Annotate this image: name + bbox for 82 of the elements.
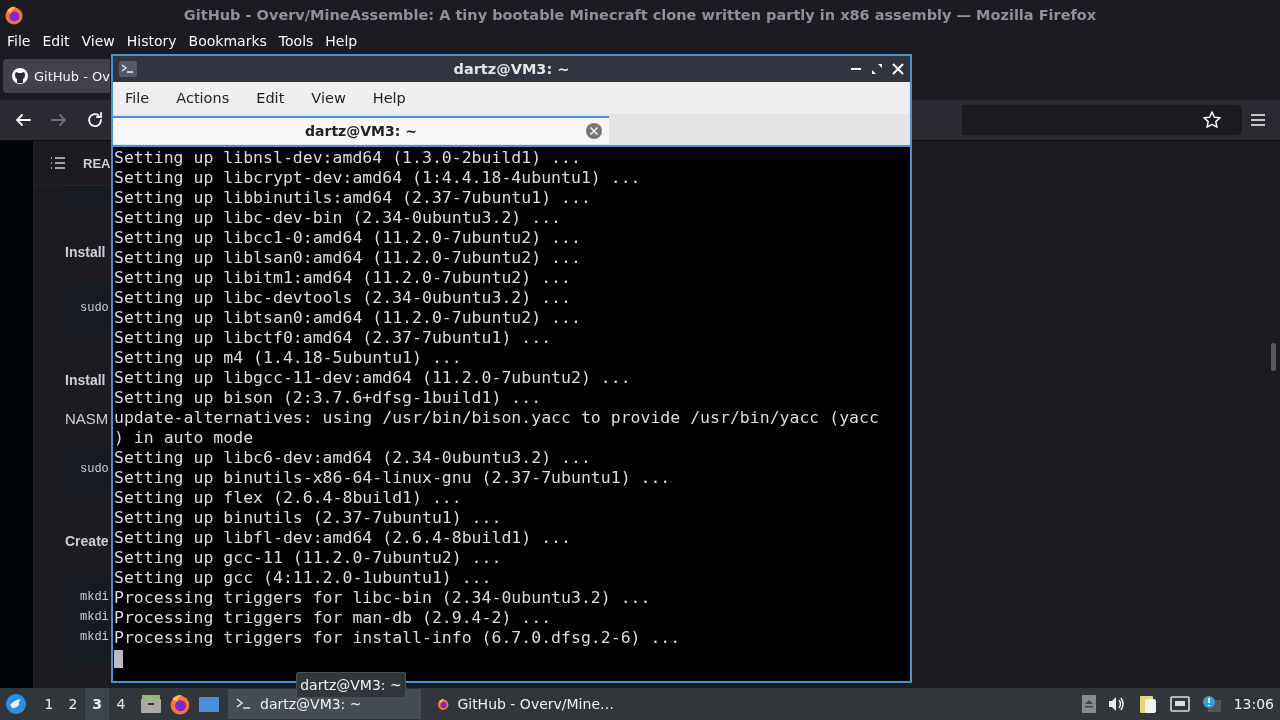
- close-tab-icon[interactable]: [585, 122, 603, 140]
- reload-button[interactable]: [86, 111, 104, 129]
- output-line: Setting up libctf0:amd64 (2.37-7ubuntu1) ...: [114, 328, 552, 348]
- output-line: Setting up binutils (2.37-7ubuntu1) ...: [114, 508, 502, 528]
- firefox-icon: [4, 5, 24, 25]
- task-button[interactable]: GitHub - Overv/Mine…: [429, 689, 622, 719]
- output-line: Setting up flex (2.6.4-8build1) ...: [114, 488, 462, 508]
- code-line: mkdi: [80, 609, 109, 626]
- tooltip: dartz@VM3: ~: [296, 672, 406, 698]
- desktop-button[interactable]: 3: [85, 688, 109, 720]
- output-line: Setting up bison (2:3.7.6+dfsg-1build1) ...: [114, 388, 542, 408]
- menu-item[interactable]: File: [117, 90, 158, 106]
- output-line: Setting up libbinutils:amd64 (2.37-7ubuntu1) ...: [114, 188, 591, 208]
- text-cursor: [114, 650, 123, 668]
- firefox-icon[interactable]: [169, 693, 191, 715]
- output-line: Processing triggers for libc-bin (2.34-0ubuntu3.2) ...: [114, 588, 651, 608]
- desktop-button[interactable]: 2: [61, 688, 85, 720]
- readme-title: REA: [83, 155, 111, 171]
- output-line: Setting up libcc1-0:amd64 (11.2.0-7ubuntu2) ...: [114, 228, 581, 248]
- address-field[interactable]: [962, 105, 1242, 135]
- file-cabinet-icon[interactable]: [140, 694, 162, 714]
- output-line: Setting up libcrypt-dev:amd64 (1:4.4.18-4ubuntu1) ...: [114, 168, 641, 188]
- output-line: Setting up libfl-dev:amd64 (2.6.4-8build1) ...: [114, 528, 571, 548]
- output-line: Setting up gcc (4:11.2.0-1ubuntu1) ...: [114, 568, 492, 588]
- desktop-button[interactable]: 1: [37, 688, 61, 720]
- window-title: dartz@VM3: ~: [453, 61, 570, 77]
- code-line: sudo: [80, 300, 109, 317]
- back-button[interactable]: [14, 111, 32, 129]
- maximize-button[interactable]: [871, 63, 883, 75]
- menu-item[interactable]: File: [2, 33, 36, 49]
- output-line: Setting up libtsan0:amd64 (11.2.0-7ubuntu2) ...: [114, 308, 581, 328]
- menu-item[interactable]: Edit: [37, 33, 75, 49]
- terminal-icon: [119, 61, 137, 77]
- output-line: Processing triggers for install-info (6.7.0.dfsg.2-6) ...: [114, 628, 681, 648]
- code-line: mkdi: [80, 629, 109, 646]
- window-title: GitHub - Overv/MineAssemble: A tiny bootable Minecraft clone written partly in x86 assembly — Mozilla Firefox: [183, 7, 1097, 23]
- code-line: mkdi: [80, 589, 109, 606]
- close-button[interactable]: [892, 63, 904, 75]
- menu-item[interactable]: Actions: [168, 90, 238, 106]
- section-heading: Create: [65, 533, 109, 551]
- menu-item[interactable]: View: [303, 90, 354, 106]
- section-heading: Install: [65, 244, 106, 262]
- terminal-tab[interactable]: dartz@VM3: ~: [113, 116, 609, 144]
- menu-item[interactable]: Help: [320, 33, 363, 49]
- output-line: Setting up libc-dev-bin (2.34-0ubuntu3.2) ...: [114, 208, 562, 228]
- output-line: update-alternatives: using /usr/bin/bison.yacc to provide /usr/bin/yacc (yacc: [114, 408, 879, 428]
- output-line: Setting up libgcc-11-dev:amd64 (11.2.0-7ubuntu2) ...: [114, 368, 631, 388]
- output-line: Setting up m4 (1.4.18-5ubuntu1) ...: [114, 348, 462, 368]
- clock[interactable]: 13:06: [1233, 696, 1274, 712]
- output-line: Setting up libc6-dev:amd64 (2.34-0ubuntu3.2) ...: [114, 448, 591, 468]
- network-icon[interactable]: [1169, 696, 1190, 712]
- github-icon: [11, 67, 29, 85]
- output-line: Setting up libnsl-dev:amd64 (1.3.0-2build1) ...: [114, 148, 581, 168]
- menu-item[interactable]: View: [76, 33, 120, 49]
- eject-icon[interactable]: [1081, 695, 1096, 713]
- bird-logo-icon[interactable]: [5, 693, 27, 715]
- browser-tab[interactable]: GitHub - Ov: [3, 59, 110, 93]
- code-line: sudo: [80, 461, 109, 478]
- menu-item[interactable]: History: [121, 33, 182, 49]
- clipboard-icon[interactable]: [1137, 694, 1158, 714]
- notification-icon[interactable]: [1201, 695, 1222, 713]
- output-line: ) in auto mode: [114, 428, 254, 448]
- menu-icon[interactable]: [1250, 113, 1266, 127]
- menu-item[interactable]: Help: [364, 90, 414, 106]
- list-icon[interactable]: [50, 156, 66, 170]
- volume-icon[interactable]: [1107, 696, 1126, 712]
- desktop-icon[interactable]: [198, 695, 220, 713]
- menu-item[interactable]: Bookmarks: [183, 33, 272, 49]
- output-line: Setting up libc-devtools (2.34-0ubuntu3.2) ...: [114, 288, 571, 308]
- output-line: Setting up libitm1:amd64 (11.2.0-7ubuntu2) ...: [114, 268, 571, 288]
- output-line: Setting up liblsan0:amd64 (11.2.0-7ubuntu2) ...: [114, 248, 581, 268]
- output-line: Processing triggers for man-db (2.9.4-2) ...: [114, 608, 552, 628]
- section-heading: Install: [65, 372, 106, 390]
- menu-item[interactable]: Tools: [273, 33, 319, 49]
- paragraph: NASM: [65, 410, 109, 427]
- desktop-button[interactable]: 4: [109, 688, 133, 720]
- star-icon[interactable]: [1202, 110, 1222, 130]
- output-line: Setting up binutils-x86-64-linux-gnu (2.37-7ubuntu1) ...: [114, 468, 671, 488]
- menu-item[interactable]: Edit: [248, 90, 293, 106]
- output-line: Setting up gcc-11 (11.2.0-7ubuntu2) ...: [114, 548, 502, 568]
- terminal-icon: [236, 697, 252, 711]
- scrollbar-thumb[interactable]: [1271, 343, 1276, 371]
